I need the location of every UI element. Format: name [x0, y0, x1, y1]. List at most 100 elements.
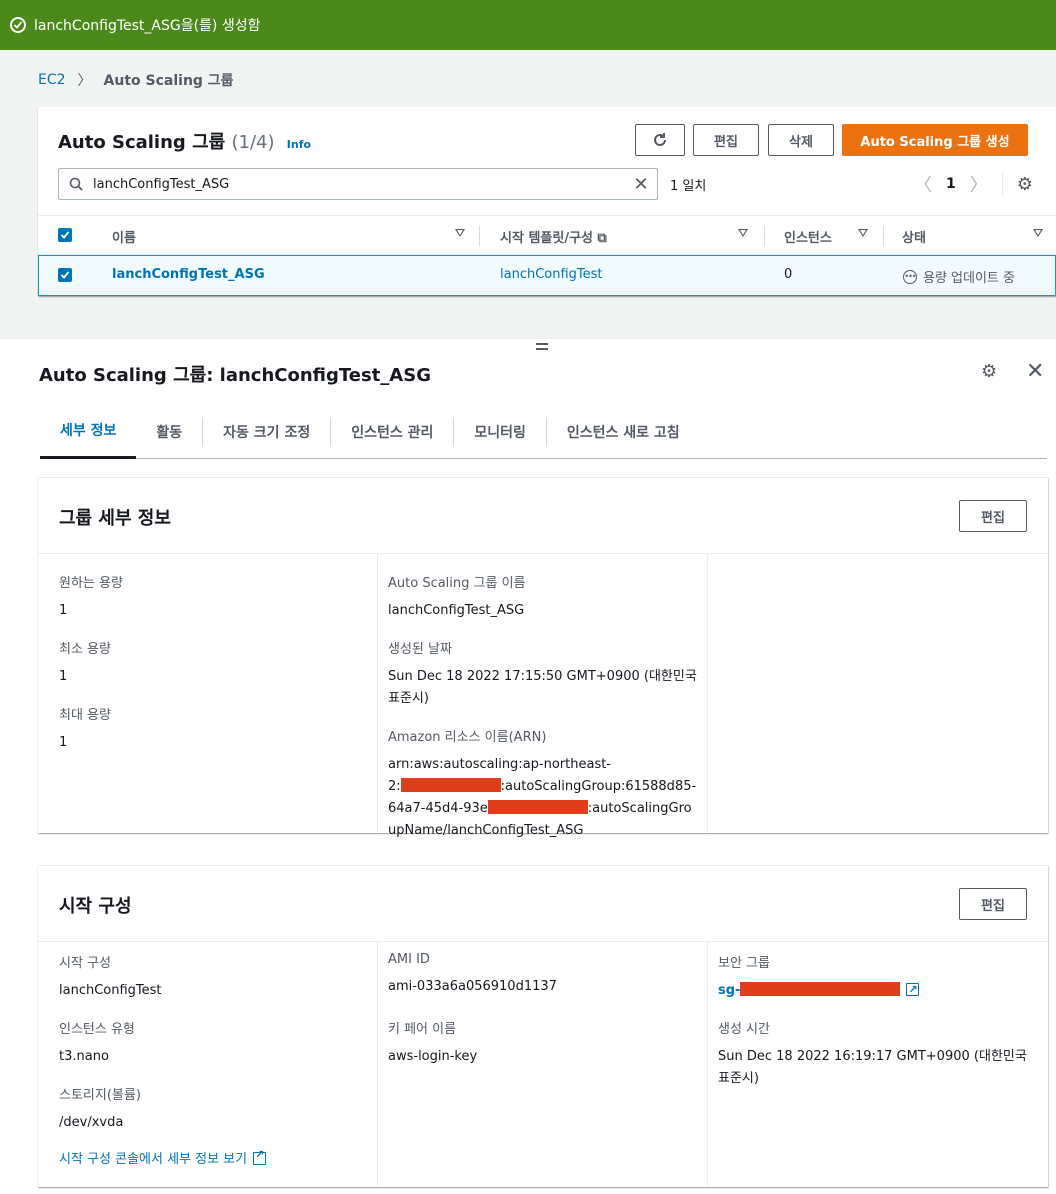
- arn-line-3b: :autoScalingGro: [587, 801, 692, 816]
- group-col-2: Auto Scaling 그룹 이름 lanchConfigTest_ASG 생…: [377, 554, 707, 838]
- delete-button[interactable]: 삭제: [768, 124, 834, 156]
- tab-automatic-scaling[interactable]: 자동 크기 조정: [203, 416, 332, 447]
- column-header-instances[interactable]: 인스턴스: [784, 227, 832, 246]
- table-title-text: Auto Scaling 그룹: [58, 132, 226, 153]
- clear-search-icon[interactable]: ✕: [625, 174, 657, 195]
- table-header: 이름 시작 템플릿/구성 ⧉ 인스턴스 상태: [38, 215, 1056, 255]
- column-header-status[interactable]: 상태: [902, 227, 926, 246]
- arn-value: arn:aws:autoscaling:ap-northeast- 2::aut…: [388, 754, 696, 842]
- arn-line-1: arn:aws:autoscaling:ap-northeast-: [388, 757, 611, 772]
- console-link[interactable]: 시작 구성 콘솔에서 세부 정보 보기: [59, 1148, 267, 1167]
- external-link-icon[interactable]: [906, 979, 920, 1001]
- launch-config-panel: 시작 구성 편집 시작 구성 lanchConfigTest 인스턴스 유형 t…: [38, 865, 1048, 1187]
- time-line-1: Sun Dec 18 2022 16:19:17 GMT+0900 (대한민국: [718, 1049, 1027, 1064]
- search-value: lanchConfigTest_ASG: [93, 176, 230, 192]
- search-input[interactable]: lanchConfigTest_ASG ✕: [58, 168, 658, 200]
- panel-title: 시작 구성: [59, 896, 132, 917]
- chevron-right-icon: 〉: [77, 73, 92, 89]
- group-details-panel: 그룹 세부 정보 편집 원하는 용량 1 최소 용량 1 최대 용량 1 Aut…: [38, 477, 1048, 838]
- min-capacity: 최소 용량 1: [59, 638, 111, 688]
- created-time-value: Sun Dec 18 2022 16:19:17 GMT+0900 (대한민국표…: [718, 1046, 1027, 1090]
- launch-col-3: 보안 그룹 sg- 생성 시간 Sun Dec 18 2022 16:19:17…: [707, 942, 1048, 1187]
- external-link-icon: ⧉: [597, 231, 607, 246]
- breadcrumb-current: Auto Scaling 그룹: [103, 73, 234, 89]
- key-pair-label: 키 페어 이름: [388, 1022, 457, 1037]
- breadcrumb-ec2-link[interactable]: EC2: [38, 72, 66, 88]
- close-icon[interactable]: ✕: [1026, 359, 1044, 384]
- column-header-name[interactable]: 이름: [112, 227, 136, 246]
- instance-type-value: t3.nano: [59, 1049, 109, 1064]
- sort-icon[interactable]: [738, 229, 748, 237]
- tab-monitoring[interactable]: 모니터링: [454, 416, 547, 447]
- column-divider[interactable]: [883, 226, 884, 246]
- sort-icon[interactable]: [858, 229, 868, 237]
- launch-config-field: 시작 구성 lanchConfigTest: [59, 952, 162, 1002]
- chevron-left-icon[interactable]: 〈: [914, 171, 932, 197]
- refresh-button[interactable]: [635, 124, 685, 156]
- desired-label: 원하는 용량: [59, 576, 123, 591]
- created-value: Sun Dec 18 2022 17:15:50 GMT+0900 (대한민국표…: [388, 666, 697, 710]
- table-title: Auto Scaling 그룹 (1/4) Info: [58, 128, 311, 154]
- page-number[interactable]: 1: [946, 176, 956, 192]
- arn-line-2a: 2:: [388, 779, 401, 794]
- ami-field: AMI ID ami-033a6a056910d1137: [388, 952, 557, 998]
- table-row[interactable]: lanchConfigTest_ASG lanchConfigTest 0 ••…: [38, 255, 1056, 296]
- max-capacity: 최대 용량 1: [59, 704, 111, 754]
- chevron-right-icon[interactable]: 〉: [970, 171, 988, 197]
- created-line-1: Sun Dec 18 2022 17:15:50 GMT+0900 (대한민국: [388, 669, 697, 684]
- desired-value: 1: [59, 603, 68, 618]
- instance-type-field: 인스턴스 유형 t3.nano: [59, 1018, 135, 1068]
- tab-details[interactable]: 세부 정보: [40, 405, 137, 459]
- max-label: 최대 용량: [59, 708, 111, 723]
- resize-handle[interactable]: [536, 343, 548, 353]
- match-count: 1 일치: [670, 179, 707, 194]
- template-header-text: 시작 템플릿/구성: [500, 231, 593, 246]
- detail-tabs: 세부 정보 활동 자동 크기 조정 인스턴스 관리 모니터링 인스턴스 새로 고…: [40, 405, 1047, 459]
- external-link-icon: [253, 1148, 267, 1165]
- asg-name-label: Auto Scaling 그룹 이름: [388, 576, 526, 591]
- key-pair-value: aws-login-key: [388, 1049, 478, 1064]
- sort-icon[interactable]: [455, 229, 465, 237]
- edit-group-button[interactable]: 편집: [959, 500, 1027, 532]
- redaction: [400, 778, 501, 792]
- search-icon: [69, 177, 83, 191]
- redaction: [740, 982, 901, 996]
- create-asg-button[interactable]: Auto Scaling 그룹 생성: [842, 124, 1028, 156]
- breadcrumb: EC2 〉 Auto Scaling 그룹: [38, 70, 234, 90]
- pager-divider: [1001, 172, 1003, 196]
- arn-label: Amazon 리소스 이름(ARN): [388, 730, 547, 745]
- created-line-2: 표준시): [388, 691, 429, 706]
- launch-col-1: 시작 구성 lanchConfigTest 인스턴스 유형 t3.nano 스토…: [38, 942, 377, 1187]
- security-group-field: 보안 그룹 sg-: [718, 952, 920, 1002]
- group-col-3: [707, 554, 1048, 833]
- arn-line-2b: :autoScalingGroup:61588d85-: [500, 779, 697, 794]
- gear-icon[interactable]: ⚙: [1017, 174, 1033, 195]
- info-link[interactable]: Info: [287, 138, 311, 151]
- time-line-2: 표준시): [718, 1071, 759, 1086]
- column-divider[interactable]: [479, 226, 480, 246]
- min-label: 최소 용량: [59, 642, 111, 657]
- select-all-checkbox[interactable]: [58, 228, 72, 242]
- column-divider[interactable]: [764, 226, 765, 246]
- in-progress-icon: •••: [903, 269, 917, 284]
- launch-config-label: 시작 구성: [59, 956, 111, 971]
- launch-config-link[interactable]: lanchConfigTest: [500, 267, 603, 282]
- gear-icon[interactable]: ⚙: [981, 361, 997, 382]
- security-group-value[interactable]: sg-: [718, 979, 920, 1002]
- edit-button[interactable]: 편집: [693, 124, 759, 156]
- edit-launch-config-button[interactable]: 편집: [959, 888, 1027, 920]
- security-group-link[interactable]: sg-: [718, 983, 740, 998]
- asg-name-link[interactable]: lanchConfigTest_ASG: [112, 267, 265, 282]
- key-pair-field: 키 페어 이름 aws-login-key: [388, 1018, 477, 1068]
- column-header-template[interactable]: 시작 템플릿/구성 ⧉: [500, 227, 607, 246]
- tab-activity[interactable]: 활동: [136, 416, 204, 447]
- success-check-icon: [10, 17, 26, 33]
- instance-count: 0: [784, 267, 793, 282]
- sort-icon[interactable]: [1033, 229, 1043, 237]
- tab-instance-management[interactable]: 인스턴스 관리: [331, 416, 455, 447]
- row-checkbox[interactable]: [58, 268, 72, 282]
- console-link-text[interactable]: 시작 구성 콘솔에서 세부 정보 보기: [59, 1152, 247, 1167]
- ami-value: ami-033a6a056910d1137: [388, 979, 557, 994]
- tab-instance-refresh[interactable]: 인스턴스 새로 고침: [547, 417, 700, 447]
- desired-capacity: 원하는 용량 1: [59, 572, 123, 622]
